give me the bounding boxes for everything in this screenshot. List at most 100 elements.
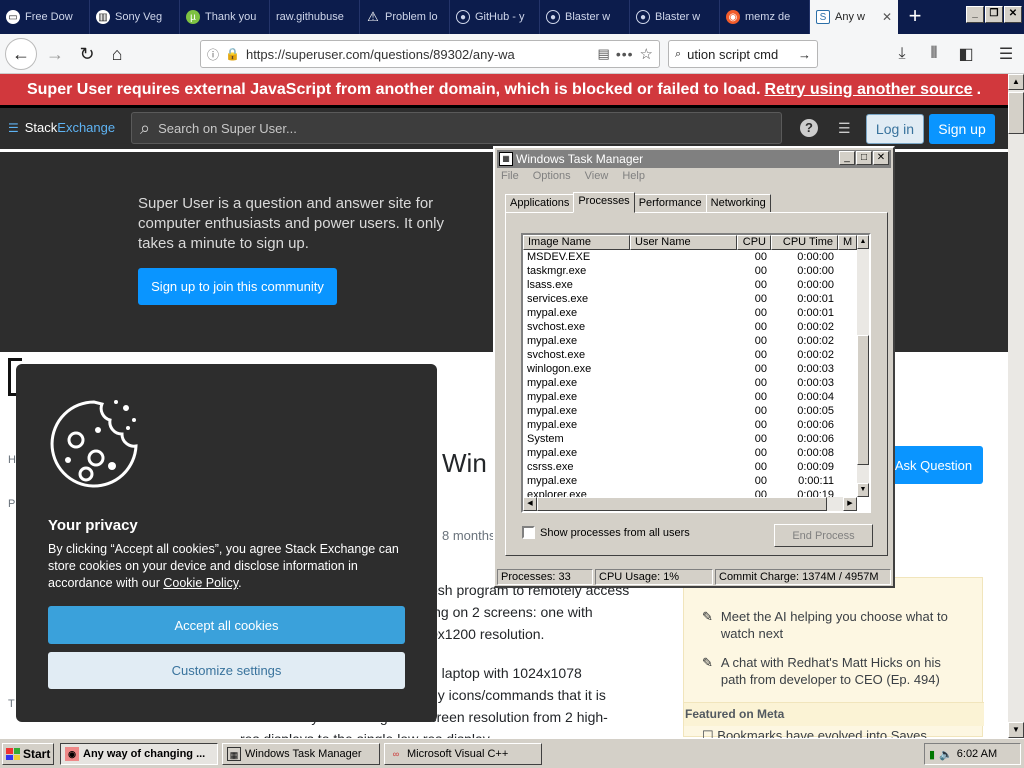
close-window-icon[interactable]: ✕ bbox=[1004, 6, 1022, 23]
menu-file[interactable]: File bbox=[501, 170, 519, 182]
tab-github[interactable]: ● GitHub - y bbox=[450, 0, 540, 34]
search-bar[interactable]: ⌕ ution script cmd → bbox=[668, 40, 818, 68]
network-icon[interactable]: ▮ bbox=[929, 748, 935, 761]
bookmark-star-icon[interactable]: ☆ bbox=[640, 45, 653, 63]
reader-view-icon[interactable]: ▤ bbox=[598, 46, 610, 62]
end-process-button[interactable]: End Process bbox=[774, 524, 873, 547]
tab-processes[interactable]: Processes bbox=[573, 192, 635, 213]
downloads-icon[interactable]: ⤓ bbox=[890, 42, 914, 66]
tab-problem[interactable]: ⚠ Problem lo bbox=[360, 0, 450, 34]
show-all-processes-checkbox[interactable]: Show processes from all users bbox=[522, 526, 690, 539]
column-user-name[interactable]: User Name bbox=[630, 235, 737, 250]
scroll-up-icon[interactable]: ▲ bbox=[857, 235, 869, 249]
home-button[interactable]: ⌂ bbox=[104, 41, 130, 67]
scroll-thumb[interactable] bbox=[1008, 92, 1024, 134]
process-row[interactable]: csrss.exe 00 0:00:09 bbox=[523, 460, 857, 474]
process-row[interactable]: mypal.exe 00 0:00:03 bbox=[523, 376, 857, 390]
checkbox-box[interactable] bbox=[522, 526, 535, 539]
task-manager-titlebar[interactable]: ▦ Windows Task Manager _ □ ✕ bbox=[497, 150, 891, 168]
site-search-input[interactable]: ⌕ Search on Super User... bbox=[131, 112, 782, 144]
forward-button[interactable]: → bbox=[42, 41, 68, 67]
process-row[interactable]: winlogon.exe 00 0:00:03 bbox=[523, 362, 857, 376]
library-icon[interactable]: ⫴ bbox=[922, 42, 946, 66]
back-button[interactable]: ← bbox=[5, 38, 37, 70]
process-list-vscroll[interactable]: ▲ ▼ bbox=[857, 235, 869, 497]
scroll-thumb[interactable] bbox=[857, 335, 869, 465]
process-row[interactable]: System 00 0:00:06 bbox=[523, 432, 857, 446]
process-row[interactable]: mypal.exe 00 0:00:05 bbox=[523, 404, 857, 418]
minimize-icon[interactable]: _ bbox=[839, 151, 855, 165]
scroll-up-icon[interactable]: ▲ bbox=[1008, 74, 1024, 90]
start-button[interactable]: Start bbox=[2, 743, 54, 765]
volume-icon[interactable]: 🔈 bbox=[939, 748, 953, 761]
scroll-right-icon[interactable]: ▶ bbox=[843, 497, 857, 511]
tab-blaster-2[interactable]: ● Blaster w bbox=[630, 0, 720, 34]
hamburger-menu-icon[interactable]: ☰ bbox=[994, 42, 1018, 66]
process-row[interactable]: mypal.exe 00 0:00:01 bbox=[523, 306, 857, 320]
process-row[interactable]: mypal.exe 00 0:00:06 bbox=[523, 418, 857, 432]
scroll-down-icon[interactable]: ▼ bbox=[1008, 722, 1024, 738]
close-icon[interactable]: ✕ bbox=[873, 151, 889, 165]
close-tab-icon[interactable]: ✕ bbox=[882, 10, 892, 24]
sidebar-blog-item[interactable]: ✎ A chat with Redhat's Matt Hicks on his… bbox=[702, 654, 962, 688]
question-title[interactable]: Win bbox=[442, 448, 487, 479]
url-bar[interactable]: ⓘ 🔒 https://superuser.com/questions/8930… bbox=[200, 40, 660, 68]
process-row[interactable]: taskmgr.exe 00 0:00:00 bbox=[523, 264, 857, 278]
taskbar-item-task-manager[interactable]: ▦ Windows Task Manager bbox=[222, 743, 380, 765]
inbox-icon[interactable]: ☰ bbox=[838, 120, 856, 136]
customize-settings-button[interactable]: Customize settings bbox=[48, 652, 405, 689]
column-cpu-time[interactable]: CPU Time bbox=[771, 235, 838, 250]
tab-raw-githubusercontent[interactable]: raw.githubuse bbox=[270, 0, 360, 34]
process-row[interactable]: lsass.exe 00 0:00:00 bbox=[523, 278, 857, 292]
process-row[interactable]: svchost.exe 00 0:00:02 bbox=[523, 320, 857, 334]
column-cpu[interactable]: CPU bbox=[737, 235, 771, 250]
sidebar-icon[interactable]: ◧ bbox=[954, 42, 978, 66]
process-row[interactable]: svchost.exe 00 0:00:02 bbox=[523, 348, 857, 362]
process-row[interactable]: mypal.exe 00 0:00:04 bbox=[523, 390, 857, 404]
help-icon[interactable]: ? bbox=[800, 119, 818, 137]
reload-button[interactable]: ↻ bbox=[74, 41, 100, 67]
taskbar-item-browser[interactable]: ◉ Any way of changing ... bbox=[60, 743, 218, 765]
scroll-thumb[interactable] bbox=[537, 497, 827, 511]
restore-icon[interactable]: ❐ bbox=[985, 6, 1003, 23]
menu-help[interactable]: Help bbox=[622, 170, 645, 182]
column-image-name[interactable]: Image Name bbox=[523, 235, 630, 250]
tab-performance[interactable]: Performance bbox=[633, 194, 707, 213]
process-row[interactable]: mypal.exe 00 0:00:11 bbox=[523, 474, 857, 488]
scroll-down-icon[interactable]: ▼ bbox=[857, 483, 869, 497]
process-list-hscroll[interactable]: ◀ ▶ bbox=[523, 497, 857, 511]
search-bar-text[interactable]: ution script cmd bbox=[687, 47, 778, 62]
page-actions-icon[interactable]: ••• bbox=[616, 46, 634, 62]
scroll-left-icon[interactable]: ◀ bbox=[523, 497, 537, 511]
accept-cookies-button[interactable]: Accept all cookies bbox=[48, 606, 405, 644]
process-row[interactable]: services.exe 00 0:00:01 bbox=[523, 292, 857, 306]
info-icon[interactable]: ⓘ bbox=[207, 46, 219, 63]
stackexchange-logo[interactable]: ☰ StackExchange bbox=[8, 120, 115, 135]
tab-sony-vegas[interactable]: ▥ Sony Veg bbox=[90, 0, 180, 34]
tab-applications[interactable]: Applications bbox=[505, 194, 575, 213]
process-row[interactable]: MSDEV.EXE 00 0:00:00 bbox=[523, 250, 857, 264]
process-list[interactable]: Image Name User Name CPU CPU Time M MSDE… bbox=[521, 233, 871, 513]
url-text[interactable]: https://superuser.com/questions/89302/an… bbox=[246, 47, 592, 62]
tab-superuser-active[interactable]: S Any w ✕ bbox=[810, 0, 898, 34]
menu-options[interactable]: Options bbox=[533, 170, 571, 182]
maximize-icon[interactable]: □ bbox=[856, 151, 872, 165]
meta-item[interactable]: ☐ Bookmarks have evolved into Saves bbox=[702, 728, 927, 738]
signup-button[interactable]: Sign up bbox=[929, 114, 995, 144]
menu-view[interactable]: View bbox=[585, 170, 609, 182]
column-mem[interactable]: M bbox=[838, 235, 857, 250]
process-row[interactable]: mypal.exe 00 0:00:02 bbox=[523, 334, 857, 348]
tab-thank-you[interactable]: µ Thank you bbox=[180, 0, 270, 34]
taskbar-item-visual-cpp[interactable]: ∞ Microsoft Visual C++ bbox=[384, 743, 542, 765]
tab-networking[interactable]: Networking bbox=[705, 194, 771, 213]
tab-free-download[interactable]: ▭ Free Dow bbox=[0, 0, 90, 34]
retry-link[interactable]: Retry using another source bbox=[765, 81, 973, 99]
join-community-button[interactable]: Sign up to join this community bbox=[138, 268, 337, 305]
tab-memz[interactable]: ◉ memz de bbox=[720, 0, 810, 34]
tab-blaster-1[interactable]: ● Blaster w bbox=[540, 0, 630, 34]
process-row[interactable]: mypal.exe 00 0:00:08 bbox=[523, 446, 857, 460]
search-go-icon[interactable]: → bbox=[798, 47, 811, 62]
new-tab-button[interactable]: + bbox=[902, 4, 928, 30]
ask-question-button[interactable]: Ask Question bbox=[884, 446, 983, 484]
minimize-icon[interactable]: _ bbox=[966, 6, 984, 23]
